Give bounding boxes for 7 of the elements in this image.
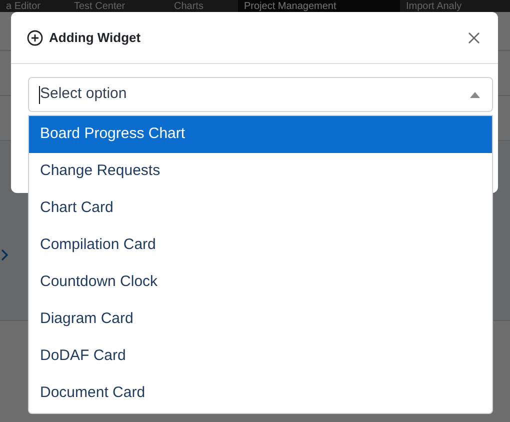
- plus-circle-icon: [27, 30, 43, 46]
- select-field[interactable]: Select option: [28, 77, 493, 112]
- caret-icon[interactable]: [470, 92, 480, 98]
- nav-tab[interactable]: Project Management: [238, 0, 400, 12]
- dropdown-option[interactable]: Board Progress Chart: [29, 116, 492, 153]
- placeholder-text: Select option: [40, 84, 127, 104]
- dialog-title: Adding Widget: [49, 28, 141, 47]
